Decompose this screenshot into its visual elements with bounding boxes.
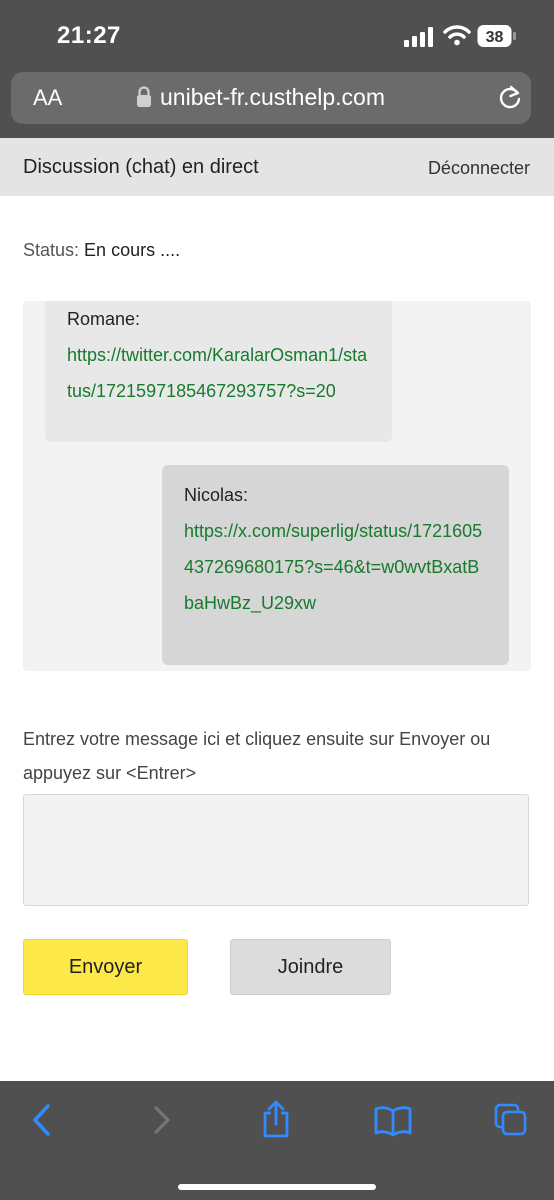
attach-button[interactable]: Joindre [230,939,391,995]
browser-bottom-toolbar [0,1081,554,1200]
status-label: Status: [23,240,80,260]
share-icon[interactable] [260,1099,292,1139]
tabs-icon[interactable] [494,1103,528,1137]
url-text[interactable]: unibet-fr.custhelp.com [160,84,385,111]
browser-top-bar: 21:27 38 AA unibet-fr.custhelp.com [0,0,554,138]
back-icon[interactable] [30,1103,54,1137]
home-indicator [178,1184,376,1190]
battery-icon: 38 [477,24,517,53]
address-bar[interactable]: AA unibet-fr.custhelp.com [11,72,531,124]
message-link[interactable]: https://x.com/superlig/status/1721605437… [184,513,487,621]
page-title: Discussion (chat) en direct [23,156,259,178]
signal-icon [404,27,433,47]
disconnect-link[interactable]: Déconnecter [428,158,530,179]
message-author: Romane: [67,309,141,329]
battery-level: 38 [486,29,504,46]
status-time: 21:27 [57,22,121,49]
message-input[interactable] [23,794,529,906]
message-author: Nicolas: [184,485,249,505]
message-bubble-user: Nicolas: https://x.com/superlig/status/1… [162,465,509,665]
status-value: En cours .... [84,240,181,260]
chat-header: Discussion (chat) en direct Déconnecter [0,138,554,196]
bookmarks-icon[interactable] [374,1105,412,1137]
lock-icon [137,86,151,107]
chat-transcript[interactable]: Romane: https://twitter.com/KaralarOsman… [23,301,531,671]
forward-icon[interactable] [150,1103,174,1137]
reload-icon[interactable] [497,84,523,112]
chat-status: Status: En cours .... [23,240,180,261]
send-button[interactable]: Envoyer [23,939,188,995]
composer-instructions: Entrez votre message ici et cliquez ensu… [23,729,491,783]
message-link[interactable]: https://twitter.com/KaralarOsman1/status… [67,337,370,409]
text-size-button[interactable]: AA [33,85,62,111]
message-bubble-agent: Romane: https://twitter.com/KaralarOsman… [45,301,392,442]
wifi-icon [443,25,471,46]
